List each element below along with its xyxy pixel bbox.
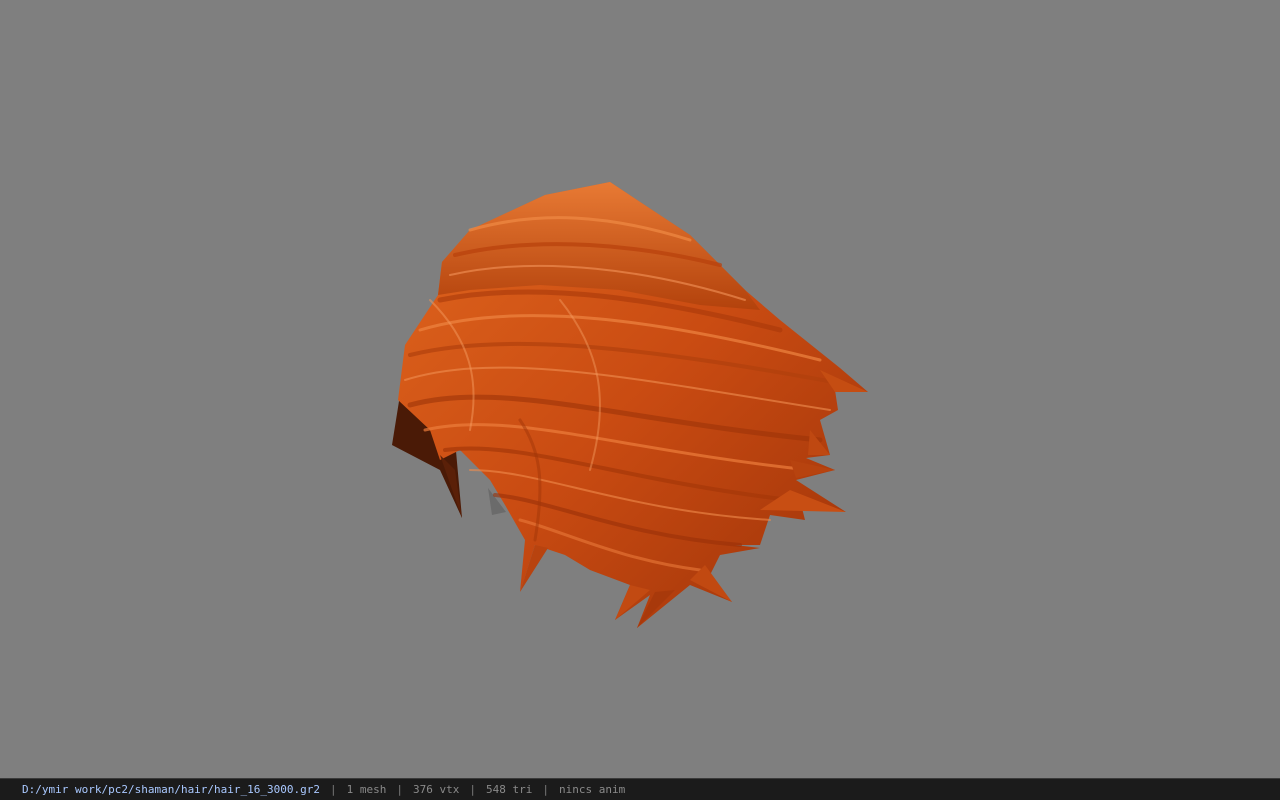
vertex-count-label: 376 vtx [413,783,460,796]
hair-model-render [392,182,868,628]
status-separator: | [469,783,476,796]
status-separator: | [542,783,549,796]
mesh-count-label: 1 mesh [346,783,387,796]
triangle-count-label: 548 tri [486,783,533,796]
animation-status-label: nincs anim [558,783,626,796]
file-path-label: D:/ymir work/pc2/shaman/hair/hair_16_300… [22,783,321,796]
status-separator: | [396,783,404,796]
status-bar: D:/ymir work/pc2/shaman/hair/hair_16_300… [0,778,1280,800]
3d-viewport[interactable] [0,0,1280,778]
status-separator: | [330,783,337,796]
